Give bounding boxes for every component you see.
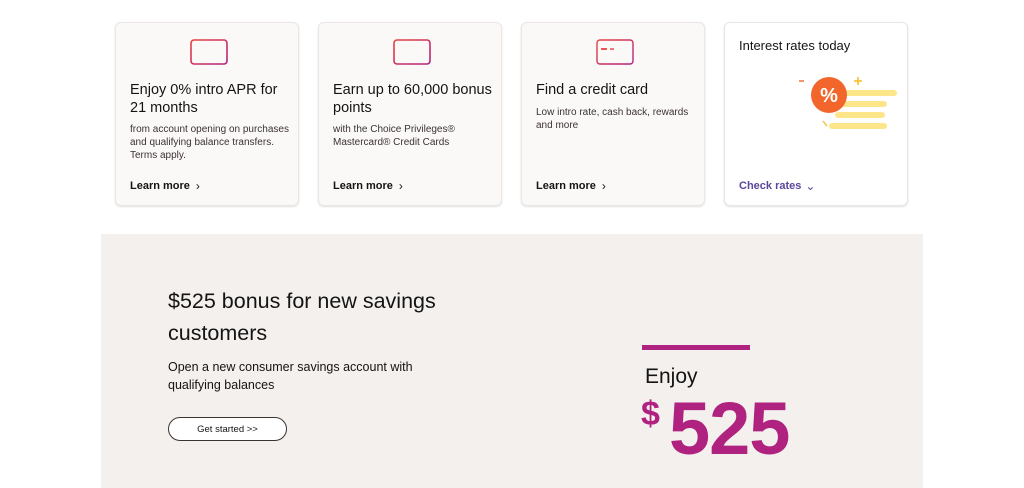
card-title: Earn up to 60,000 bonus points <box>333 82 492 116</box>
promo-subtext: Open a new consumer savings account with… <box>168 360 413 392</box>
bonus-amount-value: 525 <box>669 387 790 470</box>
chevron-right-icon: › <box>601 179 606 193</box>
promo-cards-row: Enjoy 0% intro APR for 21 months from ac… <box>115 22 909 206</box>
currency-symbol: $ <box>641 395 660 433</box>
rates-title: Interest rates today <box>739 38 851 53</box>
bonus-points-card[interactable]: Earn up to 60,000 bonus points with the … <box>318 22 502 206</box>
card-title: Find a credit card <box>536 82 649 98</box>
card-description: Low intro rate, cash back, rewards and m… <box>536 107 689 131</box>
chevron-right-icon: › <box>398 179 403 193</box>
learn-more-link[interactable]: Learn more › <box>130 180 200 192</box>
learn-more-link[interactable]: Learn more › <box>536 180 606 192</box>
apr-offer-card[interactable]: Enjoy 0% intro APR for 21 months from ac… <box>115 22 299 206</box>
interest-rates-card[interactable]: Interest rates today % Check rates ⌄ <box>724 22 908 206</box>
svg-text:%: % <box>820 85 838 107</box>
learn-more-link[interactable]: Learn more › <box>333 180 403 192</box>
card-description: from account opening on purchases and qu… <box>130 124 289 161</box>
learn-more-label: Learn more <box>536 180 596 192</box>
savings-promo-banner: $525 bonus for new savings customers Ope… <box>101 234 923 488</box>
chevron-down-icon: ⌄ <box>805 179 816 193</box>
promo-headline: $525 bonus for new savings customers <box>168 289 436 345</box>
credit-card-outline-icon <box>596 39 634 65</box>
card-description: with the Choice Privileges® Mastercard® … <box>333 124 455 148</box>
learn-more-label: Learn more <box>130 180 190 192</box>
credit-card-icon <box>190 39 228 65</box>
credit-card-icon <box>393 39 431 65</box>
card-title: Enjoy 0% intro APR for 21 months <box>130 82 278 116</box>
accent-bar <box>642 345 750 350</box>
find-credit-card-card[interactable]: Find a credit card Low intro rate, cash … <box>521 22 705 206</box>
percent-rates-illustration: % <box>799 77 897 129</box>
get-started-button[interactable]: Get started >> <box>168 417 287 441</box>
learn-more-label: Learn more <box>333 180 393 192</box>
check-rates-label: Check rates <box>739 180 802 192</box>
enjoy-label: Enjoy <box>645 365 698 388</box>
check-rates-link[interactable]: Check rates ⌄ <box>739 180 815 192</box>
chevron-right-icon: › <box>195 179 200 193</box>
